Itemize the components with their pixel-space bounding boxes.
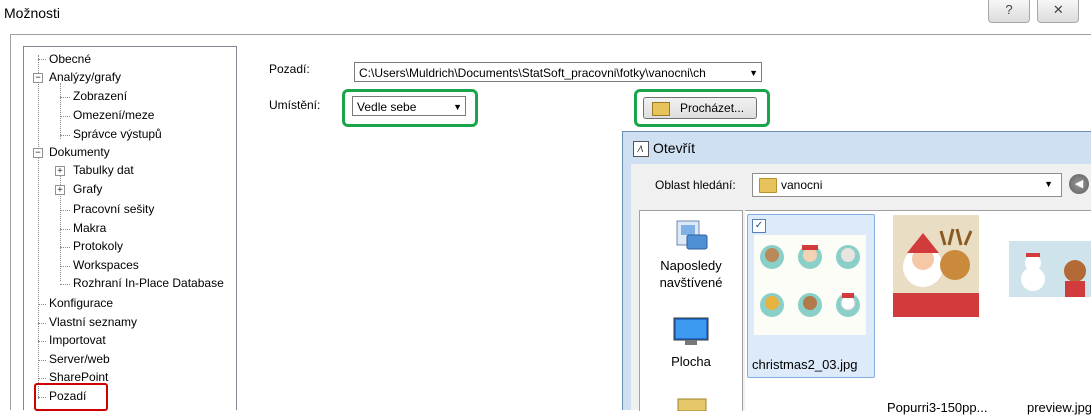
tree-item-server-web[interactable]: Server/web <box>49 351 110 367</box>
background-path-value: C:\Users\Muldrich\Documents\StatSoft_pra… <box>359 66 706 80</box>
collapse-icon[interactable]: − <box>33 73 43 83</box>
collapse-icon[interactable]: − <box>33 148 43 158</box>
tree-item-rozhrani-in-place-database[interactable]: Rozhraní In-Place Database <box>73 275 224 291</box>
folder-icon <box>759 178 777 193</box>
tree-connector <box>38 304 46 305</box>
tree-item-makra[interactable]: Makra <box>73 220 106 236</box>
background-path-combo[interactable]: C:\Users\Muldrich\Documents\StatSoft_pra… <box>354 62 762 82</box>
tree-item-vlastni-seznamy[interactable]: Vlastní seznamy <box>49 314 137 330</box>
tree-connector <box>60 284 70 285</box>
help-button[interactable]: ? <box>988 0 1030 23</box>
tree-item-zobrazeni[interactable]: Zobrazení <box>73 88 127 104</box>
selected-item-highlight <box>34 383 108 411</box>
tree-item-dokumenty[interactable]: Dokumenty <box>49 144 110 160</box>
place-recent-label: Naposledy navštívené <box>659 258 723 290</box>
tree-item-omezeni-meze[interactable]: Omezení/meze <box>73 107 154 123</box>
tree-connector <box>38 59 46 60</box>
tree-item-workspaces[interactable]: Workspaces <box>73 257 139 273</box>
tree-connector <box>38 360 46 361</box>
background-label: Pozadí: <box>269 62 310 76</box>
snowman-reindeer-thumbnail <box>1009 241 1091 297</box>
look-in-label: Oblast hledání: <box>655 178 736 192</box>
browse-highlight <box>634 89 770 127</box>
tree-connector <box>60 97 70 98</box>
dialog-app-icon: ⁄\ <box>633 141 649 157</box>
open-dialog-title: Otevřít <box>653 140 696 156</box>
tree-item-spravce-vystupu[interactable]: Správce výstupů <box>73 126 162 142</box>
tree-connector <box>38 55 39 399</box>
open-dialog-body: Oblast hledání: vanocni ▼ ◀ Naposledy na… <box>631 164 1091 415</box>
tree-item-protokoly[interactable]: Protokoly <box>73 238 123 254</box>
chevron-down-icon[interactable]: ▼ <box>749 63 758 81</box>
placement-highlight <box>342 89 478 127</box>
place-desktop-label: Plocha <box>671 354 711 369</box>
tree-connector <box>60 210 70 211</box>
tree-connector <box>60 247 70 248</box>
desktop-icon <box>673 317 709 345</box>
tree-item-pracovni-sesity[interactable]: Pracovní sešity <box>73 201 154 217</box>
file-name: christmas2_03.jpg <box>752 357 858 372</box>
file-list: ✓ christmas2_03.jpg Popurri3-150pp... pr… <box>745 210 1091 415</box>
expand-icon[interactable]: + <box>55 166 65 176</box>
tree-connector <box>60 229 70 230</box>
tree-connector <box>38 323 46 324</box>
expand-icon[interactable]: + <box>55 185 65 195</box>
look-in-combo[interactable]: vanocni ▼ <box>752 173 1062 197</box>
file-name: Popurri3-150pp... <box>887 400 988 415</box>
placement-label: Umístění: <box>269 98 321 112</box>
santa-reindeer-thumbnail <box>893 215 979 317</box>
file-name: preview.jpg <box>1027 400 1091 415</box>
title-bar: Možnosti ? ✕ <box>0 0 1091 28</box>
recent-places-icon <box>676 220 708 250</box>
file-checkbox[interactable]: ✓ <box>752 219 766 233</box>
options-tree[interactable]: − − + + Obecné Analýzy/grafy Zobrazení O… <box>23 46 237 410</box>
open-dialog: ⁄\ Otevřít Oblast hledání: vanocni ▼ ◀ N… <box>622 131 1091 415</box>
tree-connector <box>60 135 70 136</box>
tree-item-analyzy-grafy[interactable]: Analýzy/grafy <box>49 69 121 85</box>
file-item-selected[interactable]: ✓ christmas2_03.jpg <box>747 214 875 378</box>
christmas-animals-thumbnail <box>754 235 866 335</box>
close-button[interactable]: ✕ <box>1037 0 1080 23</box>
look-in-value: vanocni <box>781 178 823 192</box>
tree-connector <box>38 341 46 342</box>
tree-item-konfigurace[interactable]: Konfigurace <box>49 295 113 311</box>
back-icon[interactable]: ◀ <box>1069 174 1089 194</box>
tree-item-importovat[interactable]: Importovat <box>49 332 106 348</box>
window-controls: ? ✕ <box>984 0 1080 23</box>
chevron-down-icon[interactable]: ▼ <box>1044 179 1053 189</box>
tree-item-grafy[interactable]: Grafy <box>73 181 102 197</box>
places-bar: Naposledy navštívené Plocha <box>639 210 743 411</box>
window-title: Možnosti <box>4 5 61 21</box>
tree-connector <box>60 116 70 117</box>
tree-connector <box>60 83 61 139</box>
tree-item-tabulky-dat[interactable]: Tabulky dat <box>73 162 134 178</box>
tree-connector <box>60 266 70 267</box>
tree-item-obecne[interactable]: Obecné <box>49 51 91 67</box>
tree-connector <box>38 378 46 379</box>
